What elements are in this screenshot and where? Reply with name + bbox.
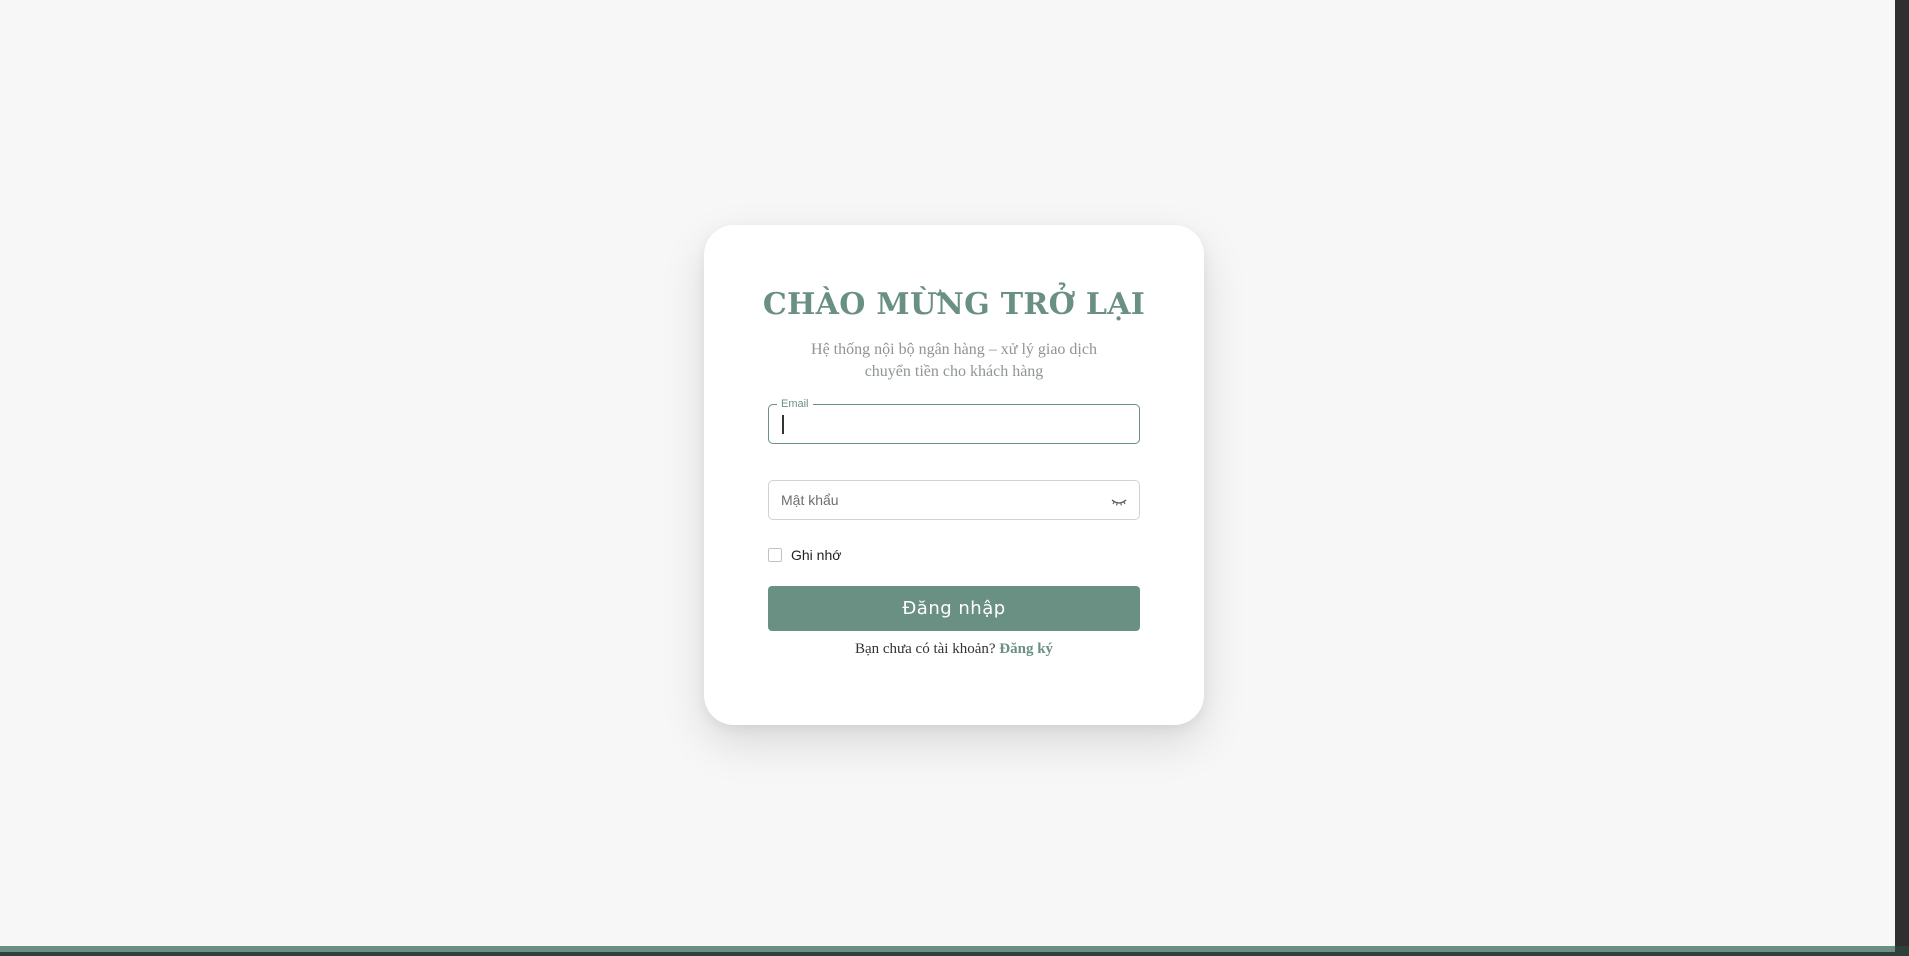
bottom-bar bbox=[0, 946, 1909, 956]
eye-closed-icon[interactable] bbox=[1109, 493, 1129, 509]
email-input[interactable] bbox=[769, 405, 1139, 443]
window-edge bbox=[1895, 0, 1909, 956]
page: CHÀO MỪNG TRỞ LẠI Hệ thống nội bộ ngân h… bbox=[0, 0, 1909, 956]
signup-link[interactable]: Đăng ký bbox=[999, 641, 1053, 657]
password-input[interactable] bbox=[769, 481, 1139, 519]
remember-checkbox[interactable] bbox=[768, 548, 782, 562]
page-title: CHÀO MỪNG TRỞ LẠI bbox=[762, 287, 1146, 322]
password-field[interactable] bbox=[768, 480, 1140, 520]
remember-label: Ghi nhớ bbox=[791, 547, 842, 563]
login-card: CHÀO MỪNG TRỞ LẠI Hệ thống nội bộ ngân h… bbox=[704, 225, 1204, 725]
text-caret bbox=[782, 415, 784, 434]
signup-prompt: Bạn chưa có tài khoản? Đăng ký bbox=[704, 641, 1204, 658]
remember-me[interactable]: Ghi nhớ bbox=[768, 545, 841, 565]
bottom-accent-bar bbox=[0, 946, 1895, 952]
email-field[interactable]: Email bbox=[768, 397, 1140, 444]
signup-prompt-text: Bạn chưa có tài khoản? bbox=[854, 641, 996, 657]
page-subtitle: Hệ thống nội bộ ngân hàng – xử lý giao d… bbox=[811, 341, 1097, 380]
login-button[interactable]: Đăng nhập bbox=[768, 586, 1140, 631]
